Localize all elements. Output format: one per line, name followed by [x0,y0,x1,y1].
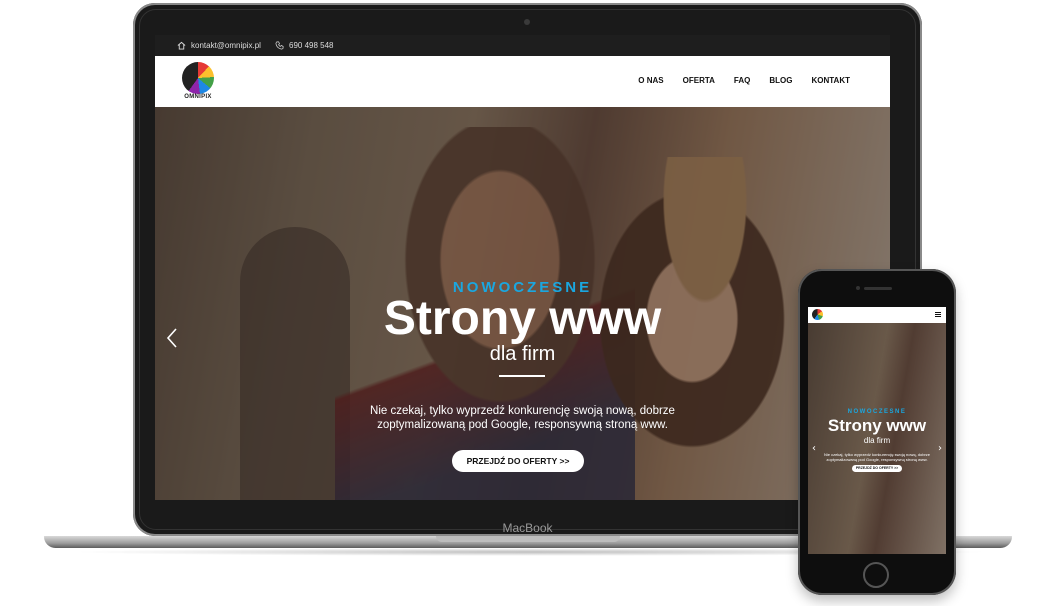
menu-item-blog[interactable]: BLOG [769,76,792,85]
chevron-left-icon[interactable]: ‹ [812,443,816,454]
phone-frame: NOWOCZESNE Strony www dla firm Nie czeka… [798,269,956,595]
main-menu: O NAS OFERTA FAQ BLOG KONTAKT [638,76,850,85]
menu-item-faq[interactable]: FAQ [734,76,750,85]
offer-button[interactable]: PRZEJDŹ DO OFERTY >> [452,450,584,472]
phone-hero-title: Strony www [827,416,927,435]
home-icon [177,41,186,50]
phone-text: 690 498 548 [289,41,334,50]
phone-icon [275,41,284,50]
hero-title-secondary: dla firm [489,343,556,365]
globe-icon [182,62,214,94]
main-navbar: OMNIPIX O NAS OFERTA FAQ BLOG KONTAKT [155,56,890,107]
phone-navbar [808,307,946,323]
phone-hero-title-secondary: dla firm [863,436,891,445]
email-text: kontakt@omnipix.pl [191,41,261,50]
hero-divider [499,375,545,377]
logo-text: OMNIPIX [184,94,212,100]
menu-item-o-nas[interactable]: O NAS [638,76,663,85]
hero-description: Nie czekaj, tylko wyprzedź konkurencję s… [370,405,675,431]
phone-contact[interactable]: 690 498 548 [275,41,334,50]
chevron-right-icon[interactable]: › [938,443,942,454]
omnipix-logo[interactable]: OMNIPIX [179,62,217,102]
phone-speaker [864,287,892,290]
phone-hero-subtitle: NOWOCZESNE [847,409,907,415]
contact-topbar: kontakt@omnipix.pl 690 498 548 [155,35,890,56]
laptop-notch [436,536,620,542]
phone-camera [856,286,860,290]
phone-logo-icon[interactable] [812,309,823,320]
hero-slider: NOWOCZESNE Strony www dla firm Nie czeka… [155,107,890,500]
home-button[interactable] [863,562,889,588]
laptop-screen: kontakt@omnipix.pl 690 498 548 OMNIPIX O… [155,35,890,500]
phone-screen: NOWOCZESNE Strony www dla firm Nie czeka… [808,307,946,554]
hero-title: Strony www [383,292,662,345]
phone-hero: NOWOCZESNE Strony www dla firm Nie czeka… [808,323,946,554]
email-contact[interactable]: kontakt@omnipix.pl [177,41,261,50]
phone-offer-button[interactable]: PRZEJDŹ DO OFERTY >> [852,465,902,472]
laptop-camera [524,19,530,25]
menu-item-kontakt[interactable]: KONTAKT [811,76,850,85]
menu-icon[interactable] [935,312,941,317]
macbook-label: MacBook [502,521,553,535]
menu-item-oferta[interactable]: OFERTA [683,76,715,85]
phone-hero-description: Nie czekaj, tylko wyprzedź konkurencję s… [823,452,931,462]
